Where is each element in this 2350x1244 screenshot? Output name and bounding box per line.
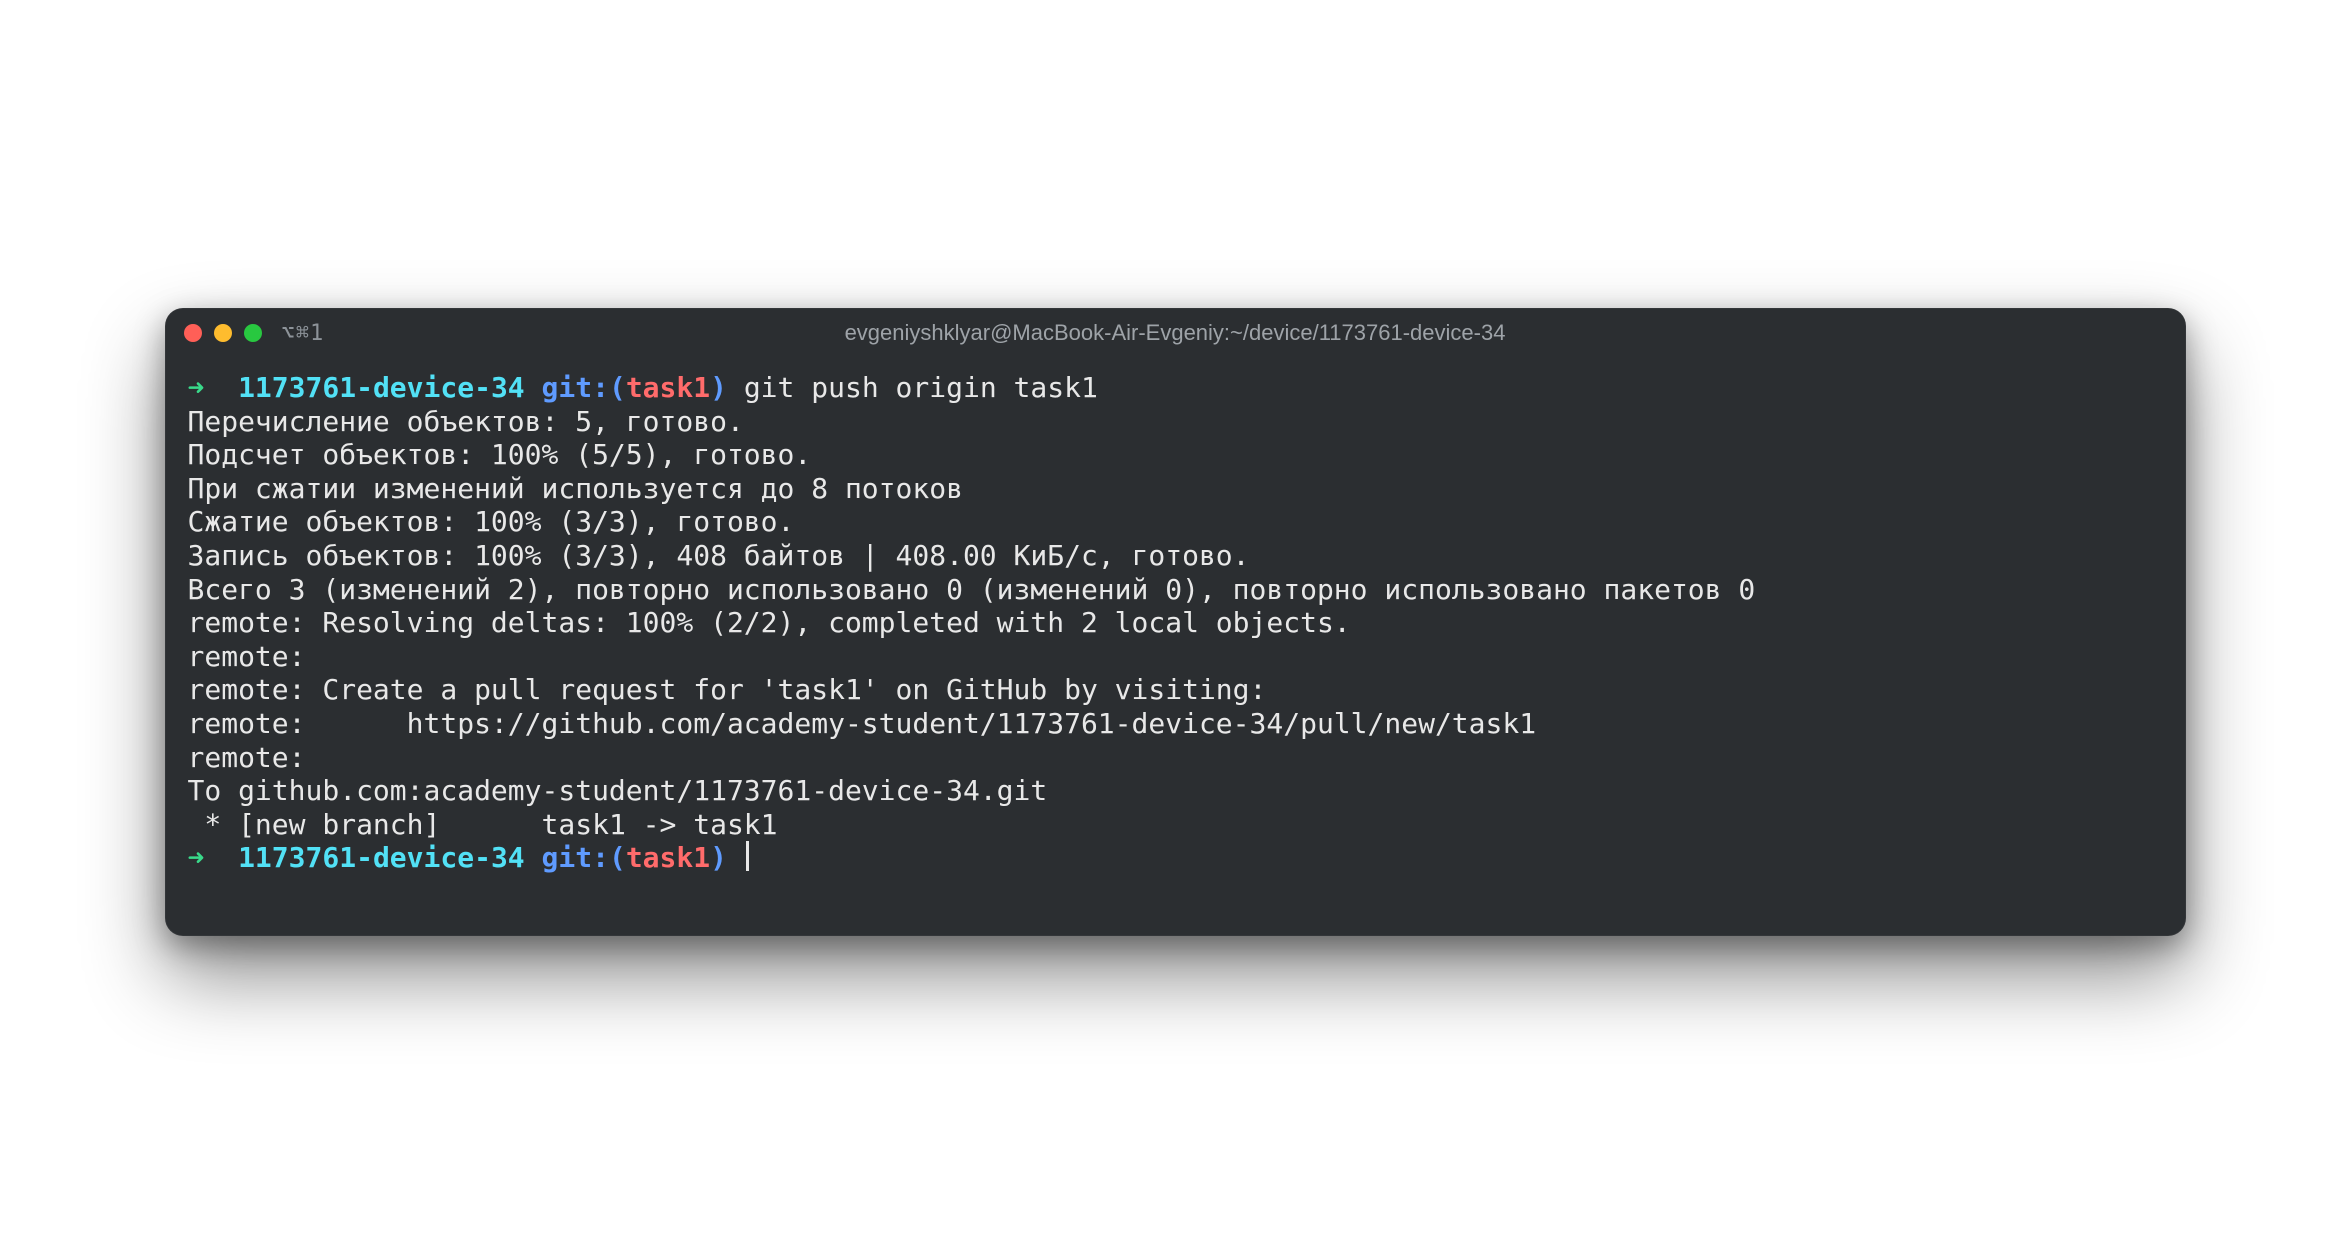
- prompt-directory: 1173761-device-34: [238, 841, 525, 874]
- git-branch: task1: [626, 841, 710, 874]
- output-line: При сжатии изменений используется до 8 п…: [188, 472, 963, 505]
- output-line: * [new branch] task1 -> task1: [188, 808, 778, 841]
- tab-indicator: ⌥⌘1: [282, 321, 325, 346]
- output-line: To github.com:academy-student/1173761-de…: [188, 774, 1048, 807]
- output-line: Перечисление объектов: 5, готово.: [188, 405, 744, 438]
- window-title: evgeniyshklyar@MacBook-Air-Evgeniy:~/dev…: [166, 320, 2185, 346]
- output-line: Всего 3 (изменений 2), повторно использо…: [188, 573, 1756, 606]
- output-line: remote:: [188, 741, 306, 774]
- maximize-icon[interactable]: [244, 324, 262, 342]
- output-line: Сжатие объектов: 100% (3/3), готово.: [188, 505, 795, 538]
- cursor-icon: [746, 841, 749, 870]
- prompt-directory: 1173761-device-34: [238, 371, 525, 404]
- output-line: remote: https://github.com/academy-stude…: [188, 707, 1537, 740]
- git-prefix: git:(: [542, 371, 626, 404]
- close-icon[interactable]: [184, 324, 202, 342]
- minimize-icon[interactable]: [214, 324, 232, 342]
- git-prefix: git:(: [542, 841, 626, 874]
- titlebar: ⌥⌘1 evgeniyshklyar@MacBook-Air-Evgeniy:~…: [166, 309, 2185, 357]
- prompt-arrow-icon: ➜: [188, 371, 205, 404]
- git-branch: task1: [626, 371, 710, 404]
- output-line: Запись объектов: 100% (3/3), 408 байтов …: [188, 539, 1250, 572]
- command-text: git push origin task1: [744, 371, 1098, 404]
- output-line: remote:: [188, 640, 306, 673]
- output-line: remote: Create a pull request for 'task1…: [188, 673, 1267, 706]
- output-line: Подсчет объектов: 100% (5/5), готово.: [188, 438, 812, 471]
- terminal-body[interactable]: ➜ 1173761-device-34 git:(task1) git push…: [166, 357, 2185, 935]
- git-suffix: ): [710, 841, 727, 874]
- git-suffix: ): [710, 371, 727, 404]
- terminal-window: ⌥⌘1 evgeniyshklyar@MacBook-Air-Evgeniy:~…: [165, 308, 2186, 936]
- output-line: remote: Resolving deltas: 100% (2/2), co…: [188, 606, 1351, 639]
- prompt-arrow-icon: ➜: [188, 841, 205, 874]
- window-controls: [184, 324, 262, 342]
